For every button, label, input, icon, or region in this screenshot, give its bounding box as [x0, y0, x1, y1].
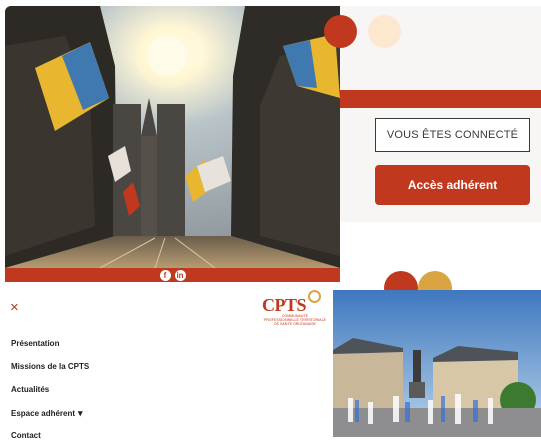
- menu-item-actualites[interactable]: Actualités: [11, 385, 49, 394]
- logo-text: CPTS: [262, 295, 307, 315]
- linkedin-icon[interactable]: in: [174, 269, 186, 281]
- menu-item-espace-adherent[interactable]: Espace adhérent ▾: [11, 408, 83, 419]
- menu-item-presentation[interactable]: Présentation: [11, 339, 59, 348]
- connected-status-box: VOUS ÊTES CONNECTÉ: [375, 118, 530, 152]
- menu-item-contact[interactable]: Contact: [11, 431, 41, 440]
- logo-ring-icon: [308, 290, 321, 303]
- cathedral-street-image: [5, 6, 340, 268]
- martroi-square-image: [333, 290, 541, 437]
- close-icon[interactable]: ×: [10, 300, 19, 315]
- logo-subtitle: COMMUNAUTÉ PROFESSIONNELLE TERRITORIALE …: [264, 314, 326, 326]
- decorative-cream-circle: [368, 15, 401, 48]
- decorative-red-bar: [340, 90, 541, 108]
- decorative-red-circle: [324, 15, 357, 48]
- menu-item-label: Espace adhérent: [11, 409, 76, 418]
- menu-item-label: Actualités: [11, 385, 50, 394]
- navigation-menu: × CPTS COMMUNAUTÉ PROFESSIONNELLE TERRIT…: [0, 287, 333, 440]
- menu-item-missions[interactable]: Missions de la CPTS: [11, 362, 89, 371]
- facebook-icon[interactable]: f: [159, 269, 171, 281]
- menu-item-label: Présentation: [11, 339, 60, 348]
- chevron-down-icon: ▾: [78, 408, 83, 418]
- square-photo: [333, 290, 541, 437]
- cpts-logo[interactable]: CPTS COMMUNAUTÉ PROFESSIONNELLE TERRITOR…: [262, 289, 326, 326]
- hero-photo: [5, 6, 340, 268]
- menu-item-label: Missions de la CPTS: [11, 362, 90, 371]
- member-access-button[interactable]: Accès adhérent: [375, 165, 530, 205]
- hero-social-strip: f in: [5, 268, 340, 282]
- menu-item-label: Contact: [11, 431, 41, 440]
